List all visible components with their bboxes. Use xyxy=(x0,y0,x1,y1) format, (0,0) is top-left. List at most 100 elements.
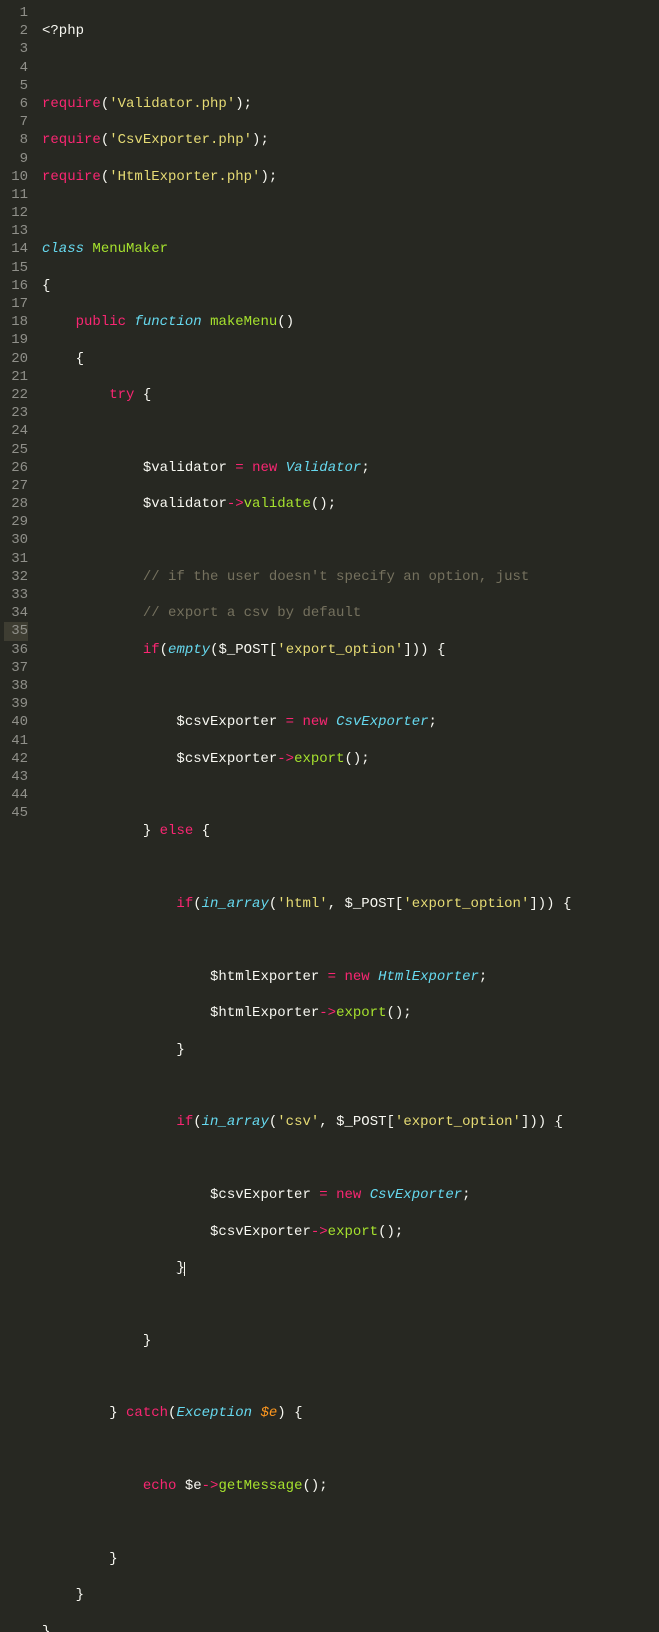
line-number: 4 xyxy=(4,59,28,77)
code-line[interactable] xyxy=(42,422,659,440)
variable: $htmlExporter xyxy=(210,969,319,985)
code-line[interactable] xyxy=(42,1514,659,1532)
type: Exception xyxy=(176,1405,252,1421)
brace: { xyxy=(42,278,50,294)
code-line[interactable]: if(in_array('csv', $_POST['export_option… xyxy=(42,1113,659,1131)
code-editor[interactable]: 1234567891011121314151617181920212223242… xyxy=(0,0,659,816)
variable: $_POST xyxy=(218,642,268,658)
brace: } xyxy=(76,1587,84,1603)
semicolon: ; xyxy=(361,751,369,767)
code-line[interactable]: { xyxy=(42,350,659,368)
keyword: public xyxy=(76,314,126,330)
bracket: ] xyxy=(529,896,537,912)
code-line[interactable]: class MenuMaker xyxy=(42,240,659,258)
method: export xyxy=(294,751,344,767)
type: HtmlExporter xyxy=(378,969,479,985)
keyword: else xyxy=(160,823,194,839)
keyword: function xyxy=(134,314,201,330)
line-number: 35 xyxy=(4,622,28,640)
line-number: 39 xyxy=(4,695,28,713)
paren: ) xyxy=(319,496,327,512)
paren: ( xyxy=(160,642,168,658)
paren: ) xyxy=(538,896,546,912)
line-number: 9 xyxy=(4,150,28,168)
code-line[interactable] xyxy=(42,786,659,804)
line-number: 15 xyxy=(4,259,28,277)
line-number: 12 xyxy=(4,204,28,222)
operator: -> xyxy=(202,1478,219,1494)
code-line[interactable] xyxy=(42,1368,659,1386)
code-line[interactable] xyxy=(42,59,659,77)
code-line[interactable]: $validator->validate(); xyxy=(42,495,659,513)
line-number: 45 xyxy=(4,804,28,822)
code-line[interactable] xyxy=(42,677,659,695)
code-line[interactable]: } xyxy=(42,1041,659,1059)
code-line[interactable]: } xyxy=(42,1332,659,1350)
code-line[interactable] xyxy=(42,1295,659,1313)
paren: ( xyxy=(193,1114,201,1130)
code-line[interactable] xyxy=(42,1441,659,1459)
line-number: 34 xyxy=(4,604,28,622)
code-line[interactable]: echo $e->getMessage(); xyxy=(42,1477,659,1495)
class-name: MenuMaker xyxy=(92,241,168,257)
brace: } xyxy=(143,1333,151,1349)
code-line[interactable]: <?php xyxy=(42,22,659,40)
string: 'export_option' xyxy=(277,642,403,658)
code-line[interactable]: $validator = new Validator; xyxy=(42,459,659,477)
comma: , xyxy=(319,1114,327,1130)
operator: -> xyxy=(277,751,294,767)
code-line[interactable]: try { xyxy=(42,386,659,404)
variable: $_POST xyxy=(336,1114,386,1130)
paren: ) xyxy=(420,642,428,658)
code-line[interactable]: require('Validator.php'); xyxy=(42,95,659,113)
code-line[interactable]: $htmlExporter = new HtmlExporter; xyxy=(42,968,659,986)
code-line[interactable]: { xyxy=(42,277,659,295)
code-line[interactable]: } else { xyxy=(42,822,659,840)
paren: ( xyxy=(277,314,285,330)
bracket: ] xyxy=(403,642,411,658)
code-line[interactable]: // export a csv by default xyxy=(42,604,659,622)
code-line[interactable] xyxy=(42,1150,659,1168)
brace: } xyxy=(176,1042,184,1058)
code-line[interactable]: require('HtmlExporter.php'); xyxy=(42,168,659,186)
brace: { xyxy=(294,1405,302,1421)
code-area[interactable]: <?php require('Validator.php'); require(… xyxy=(36,0,659,816)
code-line[interactable] xyxy=(42,932,659,950)
operator: = xyxy=(328,969,336,985)
code-line[interactable]: require('CsvExporter.php'); xyxy=(42,131,659,149)
code-line[interactable]: if(in_array('html', $_POST['export_optio… xyxy=(42,895,659,913)
line-number: 7 xyxy=(4,113,28,131)
code-line[interactable] xyxy=(42,531,659,549)
line-number: 19 xyxy=(4,331,28,349)
code-line[interactable]: } xyxy=(42,1550,659,1568)
code-line[interactable]: } xyxy=(42,1623,659,1632)
code-line[interactable] xyxy=(42,204,659,222)
line-number: 10 xyxy=(4,168,28,186)
code-line[interactable]: public function makeMenu() xyxy=(42,313,659,331)
code-line[interactable]: // if the user doesn't specify an option… xyxy=(42,568,659,586)
code-line[interactable]: if(empty($_POST['export_option'])) { xyxy=(42,641,659,659)
code-line[interactable]: $htmlExporter->export(); xyxy=(42,1004,659,1022)
variable: $e xyxy=(185,1478,202,1494)
function-name: makeMenu xyxy=(210,314,277,330)
code-line[interactable]: } xyxy=(42,1259,659,1277)
code-line[interactable]: $csvExporter->export(); xyxy=(42,1223,659,1241)
code-line[interactable] xyxy=(42,1077,659,1095)
code-line[interactable]: $csvExporter = new CsvExporter; xyxy=(42,713,659,731)
code-line[interactable]: $csvExporter = new CsvExporter; xyxy=(42,1186,659,1204)
keyword: try xyxy=(109,387,134,403)
php-open-tag: <?php xyxy=(42,23,84,39)
code-line[interactable] xyxy=(42,859,659,877)
string: 'CsvExporter.php' xyxy=(109,132,252,148)
semicolon: ; xyxy=(403,1005,411,1021)
code-line[interactable]: } catch(Exception $e) { xyxy=(42,1404,659,1422)
line-number: 25 xyxy=(4,441,28,459)
keyword: echo xyxy=(143,1478,177,1494)
paren: ( xyxy=(168,1405,176,1421)
operator: -> xyxy=(227,496,244,512)
code-line[interactable]: $csvExporter->export(); xyxy=(42,750,659,768)
line-number: 24 xyxy=(4,422,28,440)
line-number: 20 xyxy=(4,350,28,368)
brace: { xyxy=(76,351,84,367)
code-line[interactable]: } xyxy=(42,1586,659,1604)
